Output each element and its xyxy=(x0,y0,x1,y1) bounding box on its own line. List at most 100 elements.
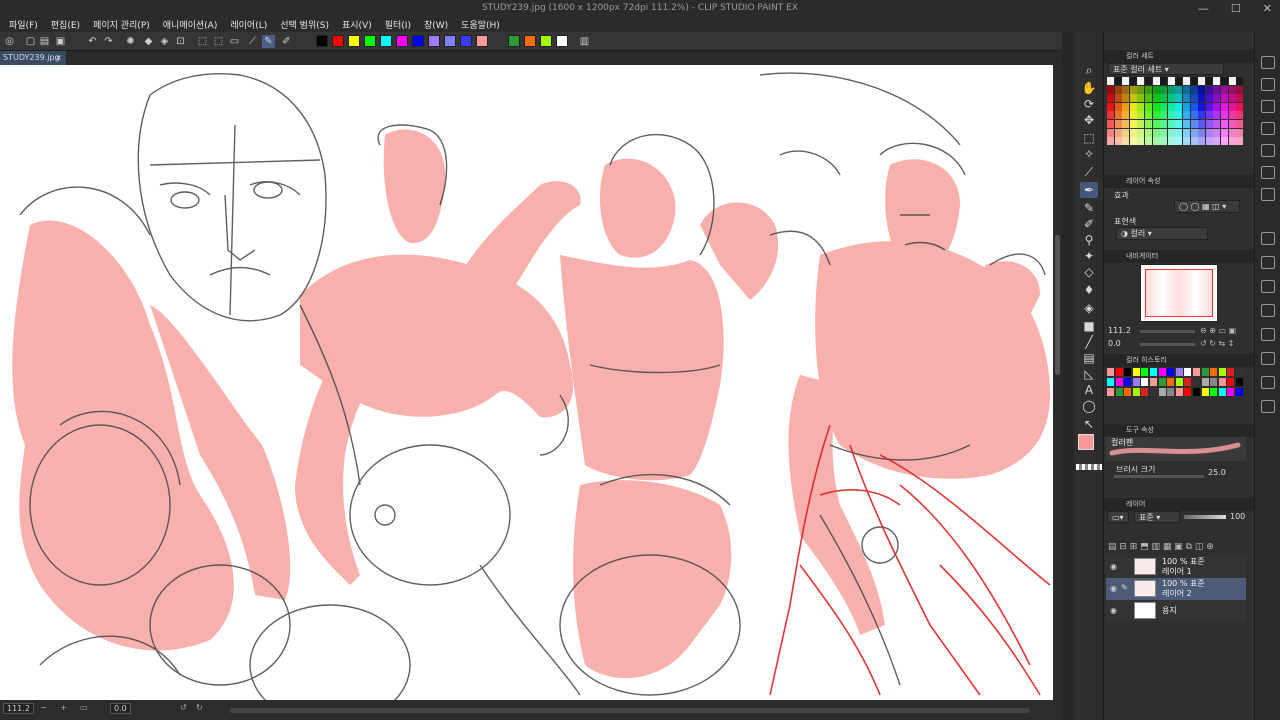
color-set-cell[interactable] xyxy=(1114,102,1122,111)
color-set-cell[interactable] xyxy=(1129,137,1137,146)
zoom-icon[interactable]: ⌕ xyxy=(1080,62,1098,78)
layer-row-paper[interactable]: ◉ 용지 xyxy=(1106,600,1246,622)
undo-icon[interactable]: ↶ xyxy=(86,35,99,48)
color-set-cell[interactable] xyxy=(1205,111,1213,120)
selection-icon[interactable]: ▭ xyxy=(228,35,241,48)
color-set-cell[interactable] xyxy=(1205,128,1213,137)
color-set-cell[interactable] xyxy=(1213,128,1221,137)
color-set-cell[interactable] xyxy=(1213,137,1221,146)
open-file-icon[interactable]: ▤ xyxy=(38,35,51,48)
color-set-cell[interactable] xyxy=(1107,94,1114,103)
color-set-cell[interactable] xyxy=(1137,111,1145,120)
color-history-cell[interactable] xyxy=(1184,378,1192,386)
move-icon[interactable]: ✥ xyxy=(1080,112,1098,128)
color-swatch[interactable] xyxy=(444,35,456,47)
expression-color-dropdown[interactable]: ◑ 컬러 ▾ xyxy=(1116,227,1208,240)
color-set-cell[interactable] xyxy=(1183,137,1190,146)
zoom-out-icon[interactable]: − xyxy=(40,703,47,712)
color-set-cell[interactable] xyxy=(1213,94,1221,103)
color-set-cell[interactable] xyxy=(1221,111,1228,120)
main-color-chip[interactable] xyxy=(1078,434,1094,450)
color-history-cell[interactable] xyxy=(1210,388,1218,396)
drawing-canvas[interactable] xyxy=(0,65,1053,700)
panel-icon-11[interactable] xyxy=(1261,304,1275,317)
tool-property-header[interactable]: 도구 속성 xyxy=(1104,424,1254,437)
color-set-cell[interactable] xyxy=(1205,102,1213,111)
color-set-cell[interactable] xyxy=(1198,85,1206,94)
color-history-cell[interactable] xyxy=(1141,388,1149,396)
menu-help[interactable]: 도움말(H) xyxy=(461,18,500,31)
color-set-cell[interactable] xyxy=(1137,120,1145,128)
color-swatch[interactable] xyxy=(364,35,376,47)
color-set-cell[interactable] xyxy=(1129,111,1137,120)
color-set-cell[interactable] xyxy=(1129,85,1137,94)
color-swatch[interactable] xyxy=(524,35,536,47)
angle-field[interactable]: 0.0 xyxy=(110,703,131,714)
color-history-cell[interactable] xyxy=(1124,388,1132,396)
color-history-cell[interactable] xyxy=(1167,388,1175,396)
color-set-cell[interactable] xyxy=(1221,94,1228,103)
visibility-eye-icon[interactable]: ◉ xyxy=(1110,606,1117,615)
color-history-cell[interactable] xyxy=(1132,388,1140,396)
layer-mask-button[interactable]: ▭▾ xyxy=(1107,511,1129,523)
color-swatch[interactable] xyxy=(316,35,328,47)
color-swatch[interactable] xyxy=(348,35,360,47)
panel-icon-7[interactable] xyxy=(1261,188,1275,201)
horizontal-scrollbar[interactable] xyxy=(230,708,1030,713)
color-swatch[interactable] xyxy=(540,35,552,47)
color-set-cell[interactable] xyxy=(1183,85,1190,94)
color-history-cell[interactable] xyxy=(1201,378,1209,386)
color-set-cell[interactable] xyxy=(1183,111,1190,120)
color-set-cell[interactable] xyxy=(1175,111,1183,120)
color-set-cell[interactable] xyxy=(1160,111,1168,120)
color-set-cell[interactable] xyxy=(1183,94,1190,103)
panel-icon-12[interactable] xyxy=(1261,328,1275,341)
menu-edit[interactable]: 편집(E) xyxy=(51,18,80,31)
ruler-icon[interactable]: ◺ xyxy=(1080,366,1098,382)
color-set-cell[interactable] xyxy=(1228,102,1236,111)
layer-row-selected[interactable]: ◉ ✎ 100 % 표준 레이어 2 xyxy=(1106,578,1246,600)
deselect-icon[interactable]: ⬚ xyxy=(196,35,209,48)
color-set-cell[interactable] xyxy=(1198,111,1206,120)
color-history-cell[interactable] xyxy=(1193,378,1200,386)
color-set-cell[interactable] xyxy=(1167,94,1175,103)
color-set-cell[interactable] xyxy=(1205,94,1213,103)
color-history-cell[interactable] xyxy=(1227,378,1235,386)
menu-page[interactable]: 페이지 관리(P) xyxy=(93,18,150,31)
color-history-cell[interactable] xyxy=(1132,368,1140,376)
color-swatch[interactable] xyxy=(508,35,520,47)
eraser-icon[interactable]: ◇ xyxy=(1080,264,1098,280)
minimize-button[interactable]: — xyxy=(1198,2,1209,15)
color-history-cell[interactable] xyxy=(1141,378,1149,386)
color-set-cell[interactable] xyxy=(1175,137,1183,146)
color-swatch[interactable] xyxy=(380,35,392,47)
fit-icon[interactable]: ▭ xyxy=(80,703,88,712)
color-set-cell[interactable] xyxy=(1107,85,1114,94)
panel-icon-9[interactable] xyxy=(1261,256,1275,269)
color-set-cell[interactable] xyxy=(1198,102,1206,111)
clear-icon[interactable]: ✺ xyxy=(124,35,137,48)
color-set-cell[interactable] xyxy=(1122,128,1130,137)
select-icon[interactable]: ⬚ xyxy=(1080,130,1098,146)
panel-icon-2[interactable] xyxy=(1261,78,1275,91)
color-set-cell[interactable] xyxy=(1129,94,1137,103)
color-history-cell[interactable] xyxy=(1150,378,1157,386)
color-history-cell[interactable] xyxy=(1218,368,1226,376)
layer-property-header[interactable]: 레이어 속성 xyxy=(1104,175,1254,188)
color-set-cell[interactable] xyxy=(1137,137,1145,146)
color-history-cell[interactable] xyxy=(1107,388,1114,396)
color-set-cell[interactable] xyxy=(1129,120,1137,128)
color-history-cell[interactable] xyxy=(1201,388,1209,396)
color-set-cell[interactable] xyxy=(1228,94,1236,103)
text-icon[interactable]: A xyxy=(1080,382,1098,398)
panel-icon-4[interactable] xyxy=(1261,122,1275,135)
color-swatch[interactable] xyxy=(396,35,408,47)
color-history-cell[interactable] xyxy=(1236,378,1243,386)
color-set-cell[interactable] xyxy=(1167,77,1175,85)
menu-animation[interactable]: 애니메이션(A) xyxy=(163,18,218,31)
color-set-cell[interactable] xyxy=(1175,77,1183,85)
color-set-cell[interactable] xyxy=(1221,137,1228,146)
pen-icon[interactable]: ✒ xyxy=(1080,182,1098,198)
color-set-cell[interactable] xyxy=(1205,120,1213,128)
color-set-cell[interactable] xyxy=(1152,102,1160,111)
